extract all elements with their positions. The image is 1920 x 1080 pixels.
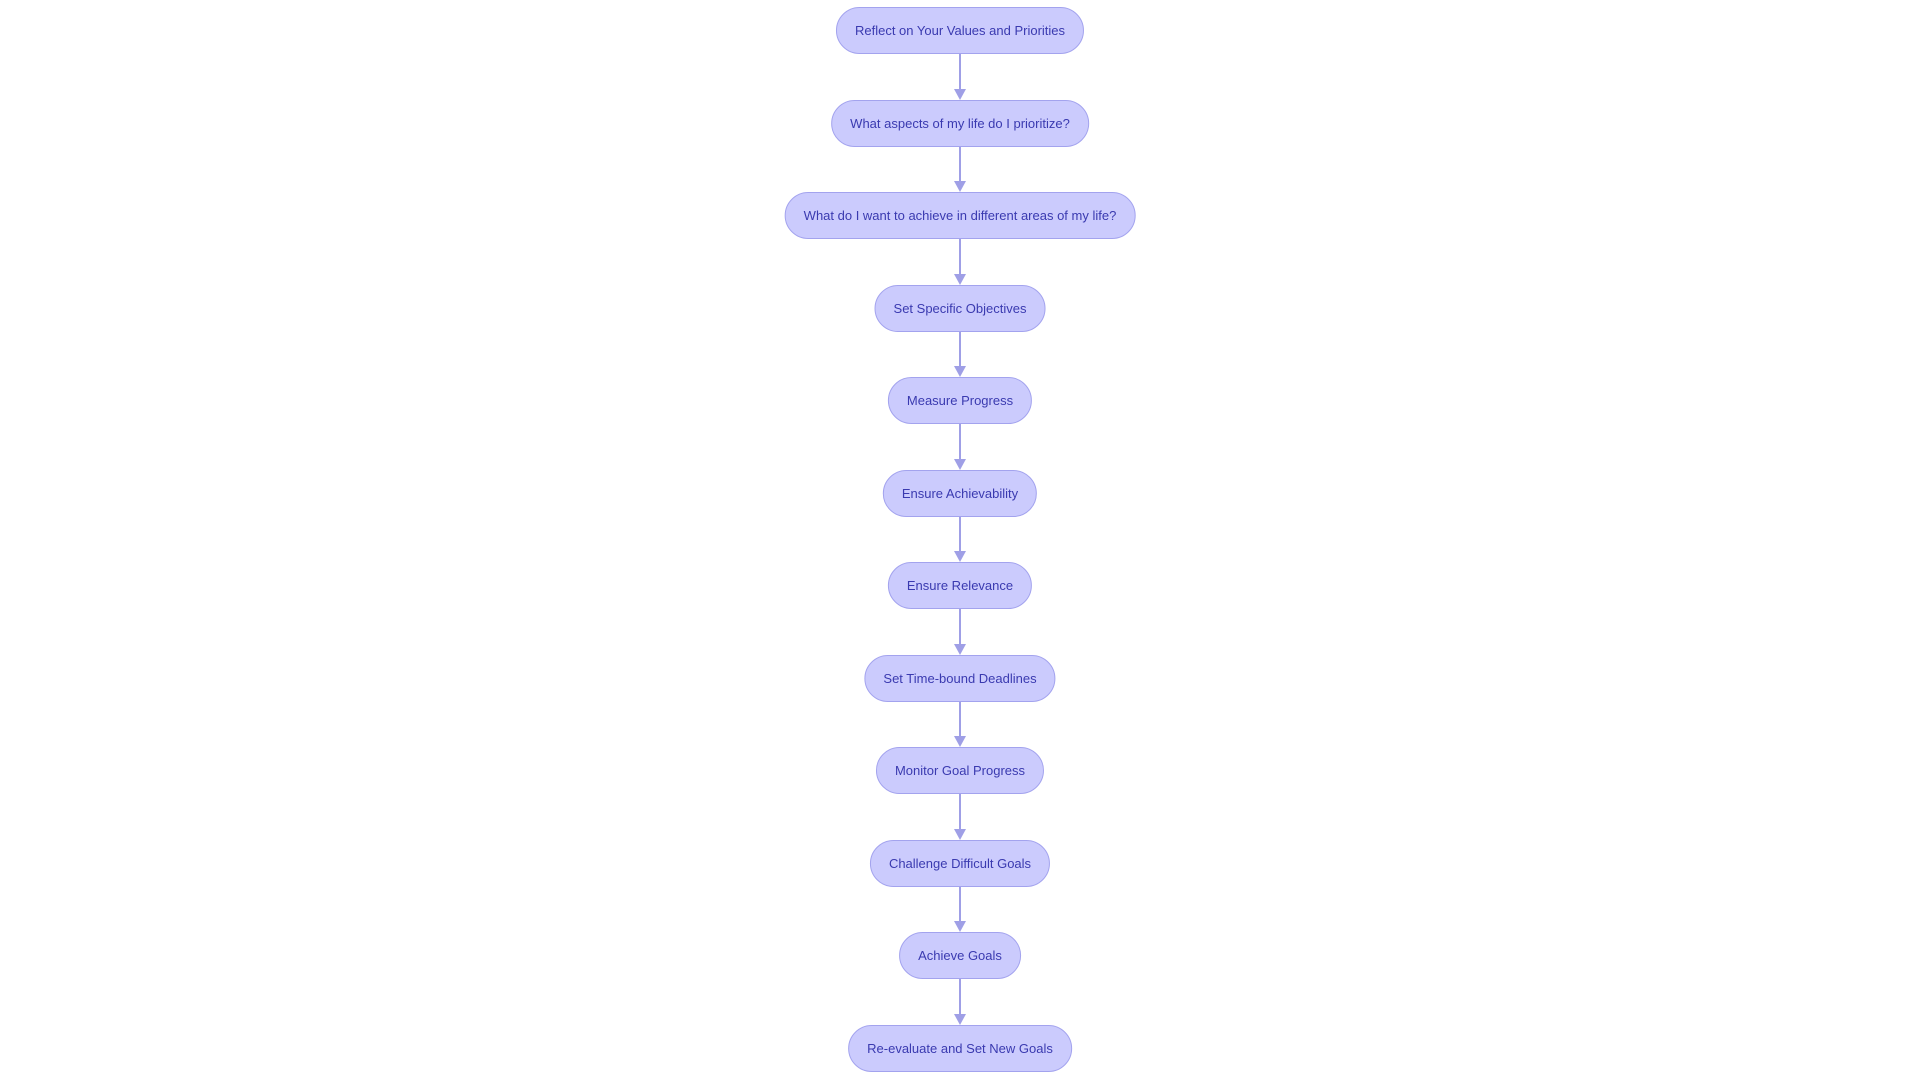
arrowhead-icon <box>954 736 966 747</box>
flow-node: What do I want to achieve in different a… <box>784 192 1136 239</box>
flow-node: Monitor Goal Progress <box>875 747 1045 794</box>
flow-edge <box>959 331 961 367</box>
flow-edge <box>959 609 961 645</box>
arrowhead-icon <box>954 88 966 100</box>
flow-node: Achieve Goals <box>899 932 1021 979</box>
flow-edge <box>959 239 961 275</box>
arrowhead-icon <box>954 1013 966 1025</box>
flow-edge <box>959 979 961 1015</box>
arrowhead-icon <box>954 273 966 285</box>
arrowhead-icon <box>954 458 966 470</box>
flow-node: Measure Progress <box>887 377 1033 424</box>
flow-edge <box>959 146 961 182</box>
flow-node: Ensure Relevance <box>887 562 1033 609</box>
flow-node: Ensure Achievability <box>882 469 1038 517</box>
arrowhead-icon <box>954 828 966 840</box>
arrowhead-icon <box>954 921 966 932</box>
flow-node: Reflect on Your Values and Priorities <box>835 7 1085 54</box>
arrowhead-icon <box>954 551 966 562</box>
flow-node: What aspects of my life do I prioritize? <box>831 99 1089 147</box>
arrowhead-icon <box>954 181 966 192</box>
arrowhead-icon <box>954 366 966 377</box>
flow-edge <box>959 424 961 460</box>
flow-edge <box>959 516 961 552</box>
flow-node: Set Time-bound Deadlines <box>864 654 1056 702</box>
flow-edge <box>959 794 961 830</box>
arrowhead-icon <box>954 643 966 655</box>
flow-node: Re-evaluate and Set New Goals <box>848 1024 1072 1072</box>
flow-node: Set Specific Objectives <box>874 284 1046 332</box>
flow-edge <box>959 701 961 737</box>
flow-edge <box>959 886 961 922</box>
flow-node: Challenge Difficult Goals <box>869 839 1051 887</box>
flow-edge <box>959 54 961 90</box>
